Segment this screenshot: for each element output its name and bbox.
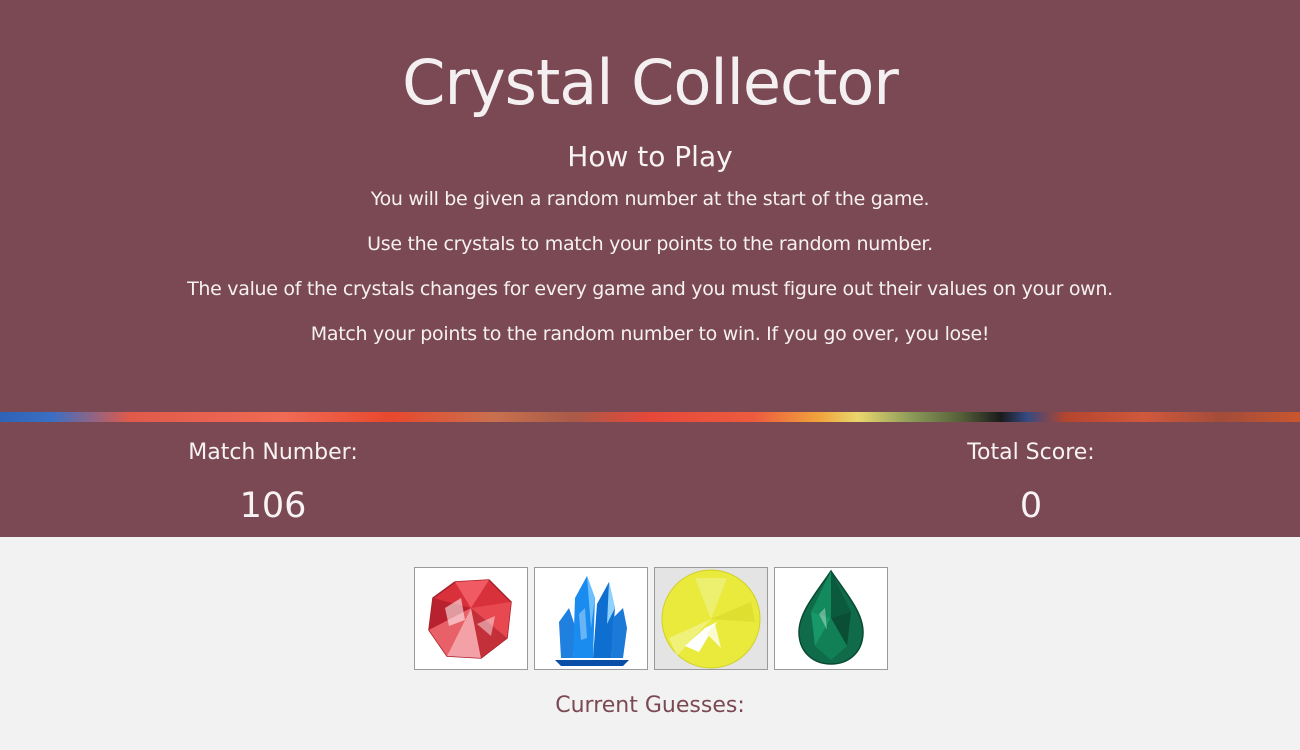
blue-crystal-button[interactable] bbox=[534, 567, 648, 670]
match-number-label: Match Number: bbox=[188, 440, 358, 465]
crystal-buttons bbox=[414, 567, 894, 673]
rule-item: You will be given a random number at the… bbox=[370, 188, 930, 210]
rule-item: Use the crystals to match your points to… bbox=[367, 233, 933, 255]
red-crystal-button[interactable] bbox=[414, 567, 528, 670]
how-to-play-heading: How to Play bbox=[567, 140, 733, 173]
total-score-label: Total Score: bbox=[967, 440, 1095, 465]
crystal-banner-strip bbox=[0, 412, 1300, 422]
rules-list: You will be given a random number at the… bbox=[0, 186, 1300, 366]
total-score-value: 0 bbox=[1019, 486, 1043, 526]
scoreboard: Match Number: 106 Total Score: 0 bbox=[0, 422, 1300, 537]
game-title: Crystal Collector bbox=[402, 46, 899, 119]
rule-item: The value of the crystals changes for ev… bbox=[187, 278, 1113, 300]
current-guesses-label: Current Guesses: bbox=[555, 693, 745, 718]
rule-item: Match your points to the random number t… bbox=[310, 323, 990, 345]
header-panel: Crystal Collector How to Play You will b… bbox=[0, 0, 1300, 412]
yellow-crystal-icon bbox=[661, 569, 761, 669]
yellow-crystal-button[interactable] bbox=[654, 567, 768, 670]
green-crystal-button[interactable] bbox=[774, 567, 888, 670]
match-number-value: 106 bbox=[239, 486, 307, 526]
blue-crystal-icon bbox=[555, 576, 629, 666]
green-crystal-icon bbox=[798, 569, 864, 665]
red-crystal-icon bbox=[428, 579, 512, 659]
